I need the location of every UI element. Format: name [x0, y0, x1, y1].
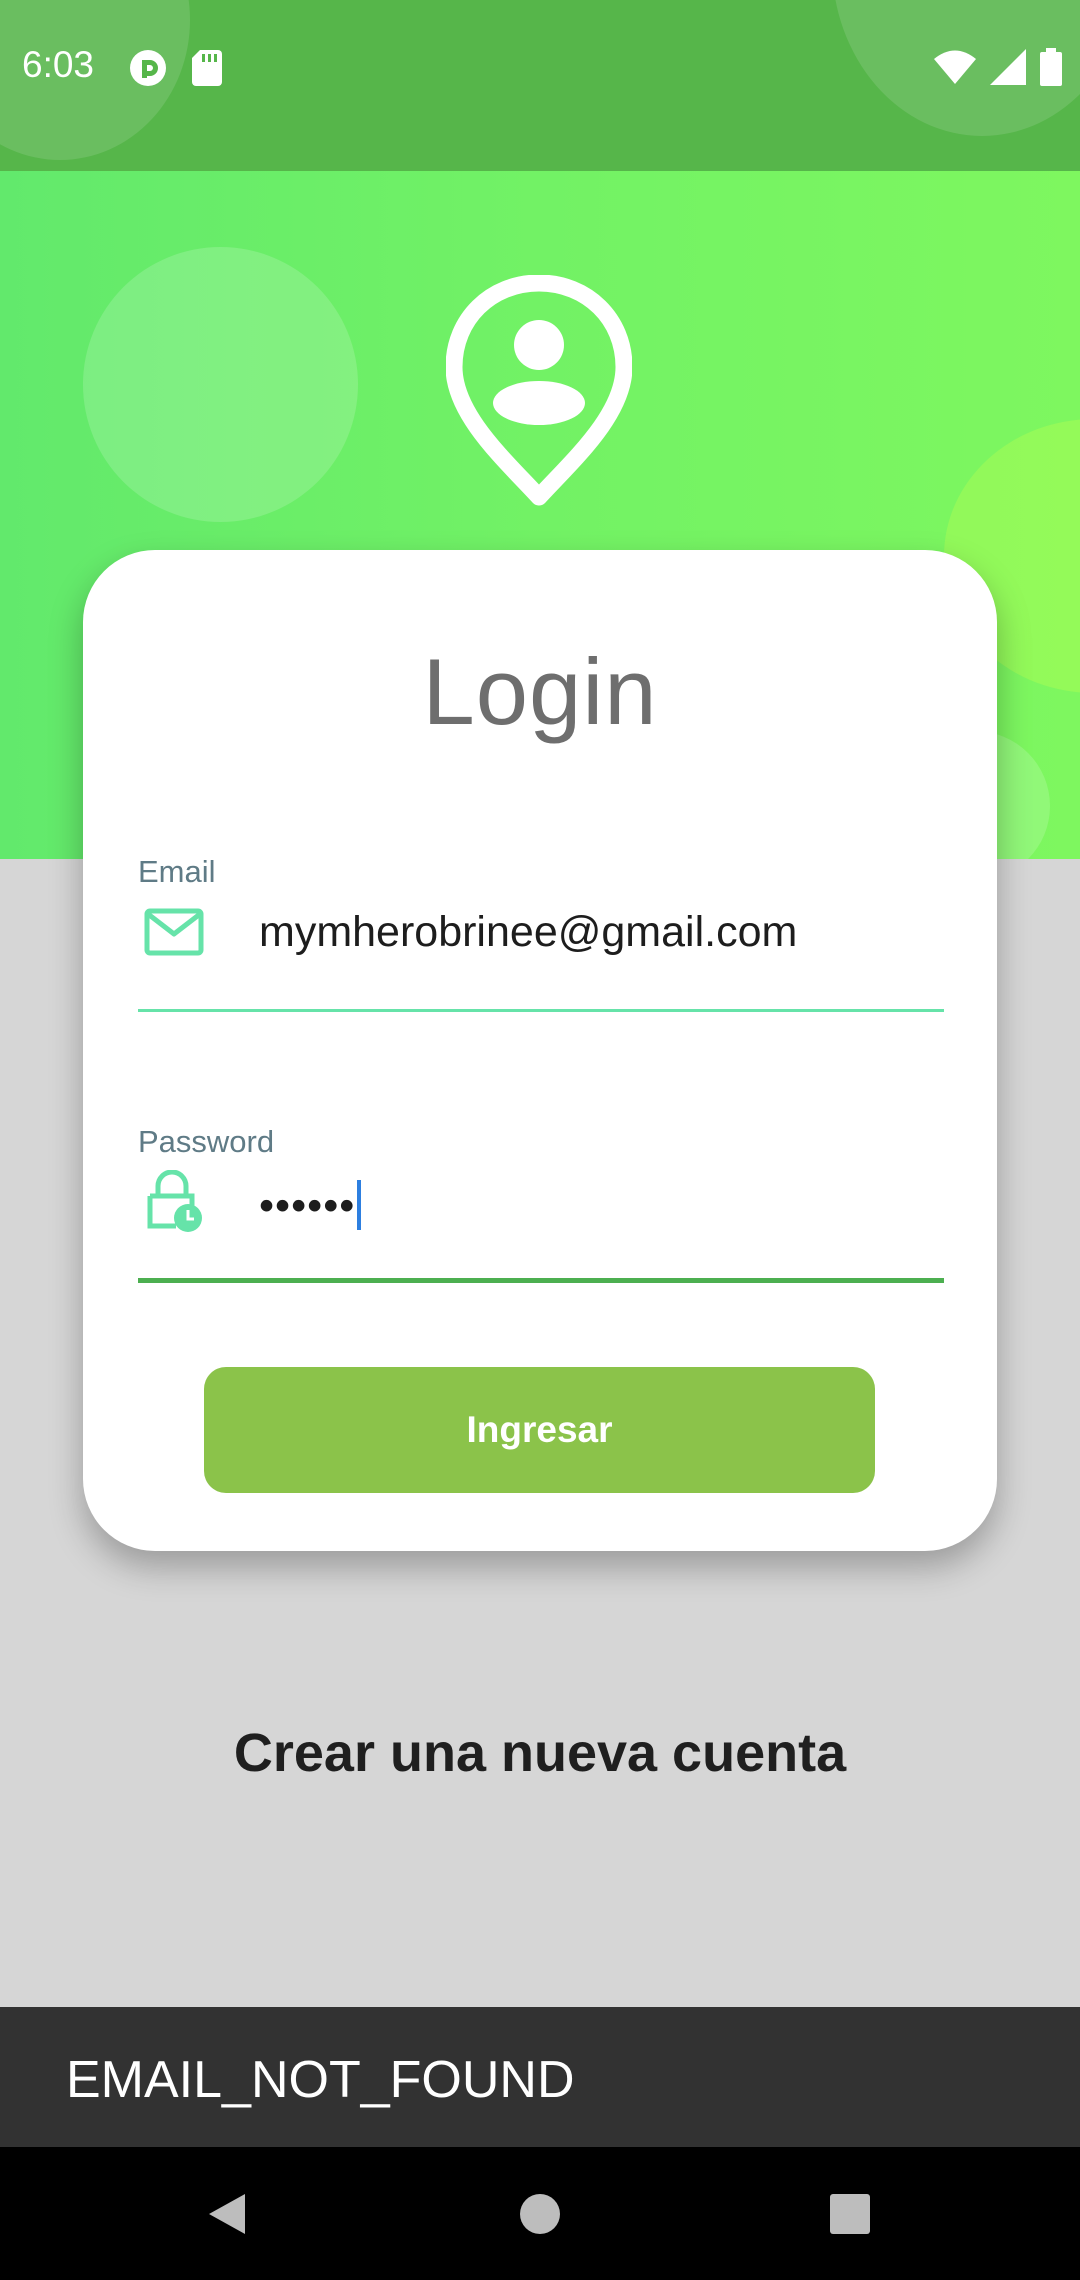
lock-clock-icon: [144, 1169, 204, 1239]
text-caret: [357, 1179, 362, 1230]
password-underline: [138, 1278, 944, 1283]
back-button[interactable]: [167, 2147, 287, 2280]
status-time: 6:03: [22, 44, 95, 85]
password-value: ••••••: [259, 1179, 362, 1234]
email-field[interactable]: mymherobrinee@gmail.com: [138, 908, 944, 988]
navigation-bar: [0, 2147, 1080, 2280]
wifi-icon: [934, 50, 976, 89]
home-icon: [520, 2193, 560, 2234]
location-person-pin-icon: [446, 275, 632, 506]
signal-icon: [990, 49, 1026, 90]
snackbar-message: EMAIL_NOT_FOUND: [66, 2051, 575, 2109]
mail-icon: [144, 908, 204, 963]
password-label: Password: [138, 1124, 275, 1159]
back-icon: [209, 2193, 245, 2234]
password-dots: ••••••: [259, 1182, 356, 1230]
status-bar: 6:03: [0, 0, 1080, 171]
pocket-casts-icon: [128, 48, 168, 93]
page-title: Login: [422, 639, 658, 744]
create-account-link[interactable]: Crear una nueva cuenta: [0, 1722, 1080, 1784]
sd-card-icon: [192, 50, 222, 91]
login-button[interactable]: Ingresar: [204, 1367, 875, 1493]
battery-icon: [1040, 48, 1062, 91]
email-label: Email: [138, 854, 216, 889]
recents-button[interactable]: [790, 2147, 910, 2280]
decorative-bubble: [83, 247, 358, 522]
home-button[interactable]: [480, 2147, 600, 2280]
recents-icon: [830, 2193, 870, 2234]
email-value: mymherobrinee@gmail.com: [259, 908, 798, 956]
email-underline: [138, 1009, 944, 1012]
snackbar: EMAIL_NOT_FOUND: [0, 2007, 1080, 2147]
password-field[interactable]: ••••••: [138, 1169, 944, 1250]
login-card: Login Email mymherobrinee@gmail.com Pass…: [83, 550, 997, 1551]
